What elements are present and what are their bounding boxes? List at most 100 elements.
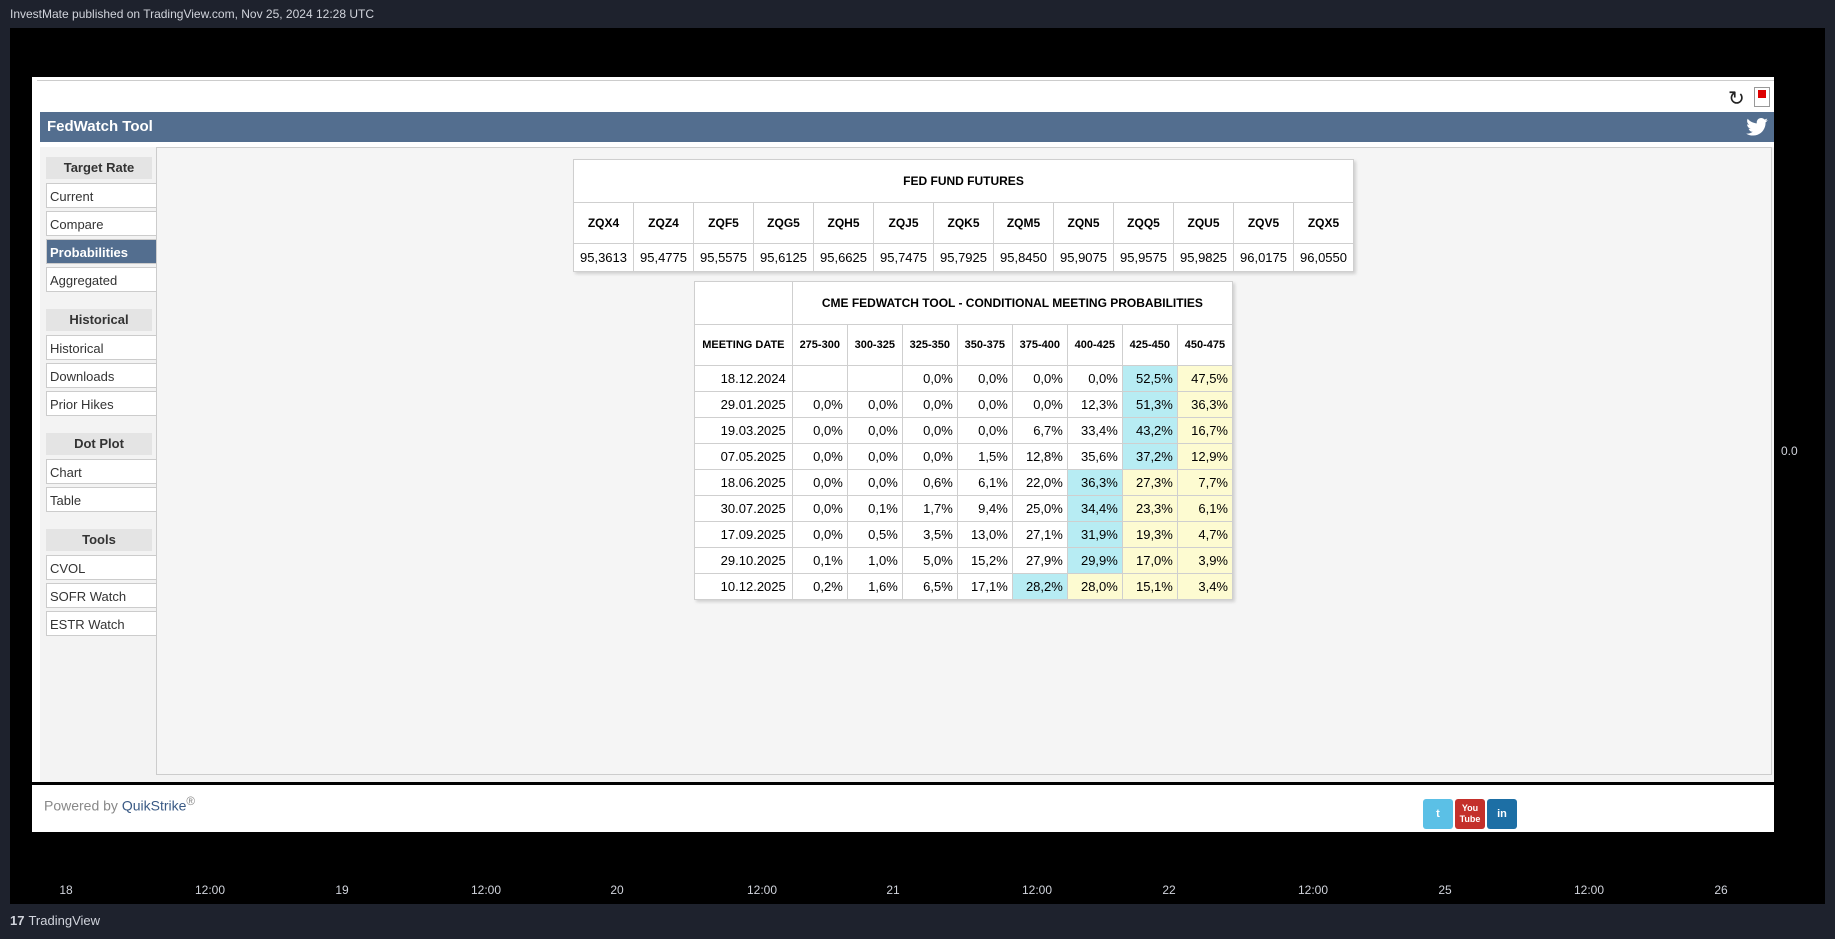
tradingview-logo: 17 xyxy=(10,913,25,928)
publish-bar: InvestMate published on TradingView.com,… xyxy=(0,0,1835,28)
futures-value-cell: 95,9075 xyxy=(1053,243,1114,272)
time-axis-tick: 12:00 xyxy=(470,883,502,897)
sidebar-item-cvol[interactable]: CVOL xyxy=(46,555,156,580)
probability-cell: 28,2% xyxy=(1011,573,1068,600)
futures-header-cell: ZQF5 xyxy=(693,202,754,244)
probability-cell: 6,1% xyxy=(956,469,1013,496)
futures-value-cell: 95,5575 xyxy=(693,243,754,272)
probability-header-cell: 375-400 xyxy=(1011,324,1068,366)
probability-cell: 5,0% xyxy=(901,547,958,574)
probability-cell: 0,0% xyxy=(956,417,1013,444)
probability-cell: 0,0% xyxy=(901,443,958,470)
probability-cell: 0,1% xyxy=(791,547,848,574)
probability-cell: 43,2% xyxy=(1121,417,1178,444)
youtube-icon[interactable]: You Tube xyxy=(1455,799,1485,829)
toolbar-strip: ↻ xyxy=(37,80,1774,109)
sidebar-item-estr-watch[interactable]: ESTR Watch xyxy=(46,611,156,636)
probability-cell: 0,0% xyxy=(846,391,903,418)
futures-header-cell: ZQG5 xyxy=(753,202,814,244)
futures-value-cell: 96,0550 xyxy=(1293,243,1354,272)
meeting-probabilities-table: CME FEDWATCH TOOL - CONDITIONAL MEETING … xyxy=(694,281,1234,600)
futures-header-cell: ZQX5 xyxy=(1293,202,1354,244)
twitter-icon[interactable]: t xyxy=(1423,799,1453,829)
pdf-icon[interactable] xyxy=(1754,87,1770,107)
publish-text: InvestMate published on TradingView.com,… xyxy=(10,7,374,21)
probability-header-cell: 450-475 xyxy=(1176,324,1234,366)
probability-cell: 35,6% xyxy=(1066,443,1123,470)
time-axis-tick: 12:00 xyxy=(746,883,778,897)
probability-cell: 0,0% xyxy=(791,469,848,496)
meeting-date-cell: 30.07.2025 xyxy=(694,495,793,522)
sidebar-item-historical[interactable]: Historical xyxy=(46,335,156,360)
probability-cell: 36,3% xyxy=(1066,469,1123,496)
probability-cell: 0,0% xyxy=(956,391,1013,418)
sidebar-item-compare[interactable]: Compare xyxy=(46,211,156,236)
tool-footer: Powered by QuikStrike® t You Tube in xyxy=(32,782,1774,832)
meeting-date-cell: 10.12.2025 xyxy=(694,573,793,600)
linkedin-icon[interactable]: in xyxy=(1487,799,1517,829)
meeting-date-cell: 19.03.2025 xyxy=(694,417,793,444)
probability-cell: 6,7% xyxy=(1011,417,1068,444)
probability-cell: 47,5% xyxy=(1176,365,1234,392)
sidebar-item-sofr-watch[interactable]: SOFR Watch xyxy=(46,583,156,608)
meeting-date-cell: 18.06.2025 xyxy=(694,469,793,496)
sidebar-item-aggregated[interactable]: Aggregated xyxy=(46,267,156,292)
time-axis-tick: 20 xyxy=(610,883,624,897)
futures-title: FED FUND FUTURES xyxy=(573,159,1354,203)
probability-cell: 0,0% xyxy=(791,417,848,444)
probability-row: 17.09.2025 0,0% 0,5% 3,5% 13,0% 27,1% 31,9% 19,… xyxy=(694,521,1234,548)
futures-value-cell: 95,4775 xyxy=(633,243,694,272)
probability-cell: 1,5% xyxy=(956,443,1013,470)
probability-cell: 0,0% xyxy=(1011,391,1068,418)
probability-cell: 4,7% xyxy=(1176,521,1234,548)
quikstrike-link[interactable]: QuikStrike xyxy=(122,798,187,814)
twitter-bird-icon[interactable] xyxy=(1746,118,1768,136)
probability-cell: 51,3% xyxy=(1121,391,1178,418)
probability-cell: 28,0% xyxy=(1066,573,1123,600)
sidebar-item-prior-hikes[interactable]: Prior Hikes xyxy=(46,391,156,416)
time-axis-tick: 12:00 xyxy=(194,883,226,897)
futures-value-cell: 95,8450 xyxy=(993,243,1054,272)
probability-cell: 13,0% xyxy=(956,521,1013,548)
probability-cell: 0,0% xyxy=(791,391,848,418)
probability-cell: 1,0% xyxy=(846,547,903,574)
probability-cell: 6,1% xyxy=(1176,495,1234,522)
futures-header-cell: ZQQ5 xyxy=(1113,202,1174,244)
probability-row: 07.05.2025 0,0% 0,0% 0,0% 1,5% 12,8% 35,6% 37,2… xyxy=(694,443,1234,470)
probability-cell: 0,0% xyxy=(791,443,848,470)
probability-cell: 31,9% xyxy=(1066,521,1123,548)
sidebar-section-header: Dot Plot xyxy=(46,433,152,455)
brand-bar xyxy=(0,904,1835,939)
time-axis-tick: 26 xyxy=(1714,883,1728,897)
corner-cell xyxy=(694,281,793,325)
sidebar-item-probabilities[interactable]: Probabilities xyxy=(46,239,156,264)
probability-cell: 6,5% xyxy=(901,573,958,600)
futures-header-cell: ZQV5 xyxy=(1233,202,1294,244)
sidebar-section-header: Target Rate xyxy=(46,157,152,179)
probability-row: 18.06.2025 0,0% 0,0% 0,6% 6,1% 22,0% 36,3% 27,3… xyxy=(694,469,1234,496)
probability-cell: 0,0% xyxy=(956,365,1013,392)
sidebar-item-chart[interactable]: Chart xyxy=(46,459,156,484)
meeting-date-cell: 29.10.2025 xyxy=(694,547,793,574)
probability-cell: 0,5% xyxy=(846,521,903,548)
tradingview-brand[interactable]: 17 TradingView xyxy=(10,913,100,928)
fedwatch-frame: ↻ FedWatch Tool Target Rate Current Compar… xyxy=(32,77,1774,832)
tool-header: FedWatch Tool xyxy=(40,112,1774,142)
sidebar-item-downloads[interactable]: Downloads xyxy=(46,363,156,388)
meeting-date-cell: 18.12.2024 xyxy=(694,365,793,392)
probability-cell: 52,5% xyxy=(1121,365,1178,392)
refresh-icon[interactable]: ↻ xyxy=(1728,89,1748,109)
probability-cell: 3,4% xyxy=(1176,573,1234,600)
futures-value-cell: 95,7925 xyxy=(933,243,994,272)
probability-row: 18.12.2024 0,0% 0,0% 0,0% 0,0% 52,5% 47,5% xyxy=(694,365,1234,392)
sidebar-item-current[interactable]: Current xyxy=(46,183,156,208)
powered-by: Powered by QuikStrike® xyxy=(44,795,195,814)
probability-row: 10.12.2025 0,2% 1,6% 6,5% 17,1% 28,2% 28,0% 15,… xyxy=(694,573,1234,600)
probability-header-cell: 325-350 xyxy=(901,324,958,366)
probability-cell: 3,5% xyxy=(901,521,958,548)
sidebar-item-table[interactable]: Table xyxy=(46,487,156,512)
probability-header-cell: 300-325 xyxy=(846,324,903,366)
probability-cell: 12,8% xyxy=(1011,443,1068,470)
probability-cell: 9,4% xyxy=(956,495,1013,522)
probability-cell: 0,6% xyxy=(901,469,958,496)
